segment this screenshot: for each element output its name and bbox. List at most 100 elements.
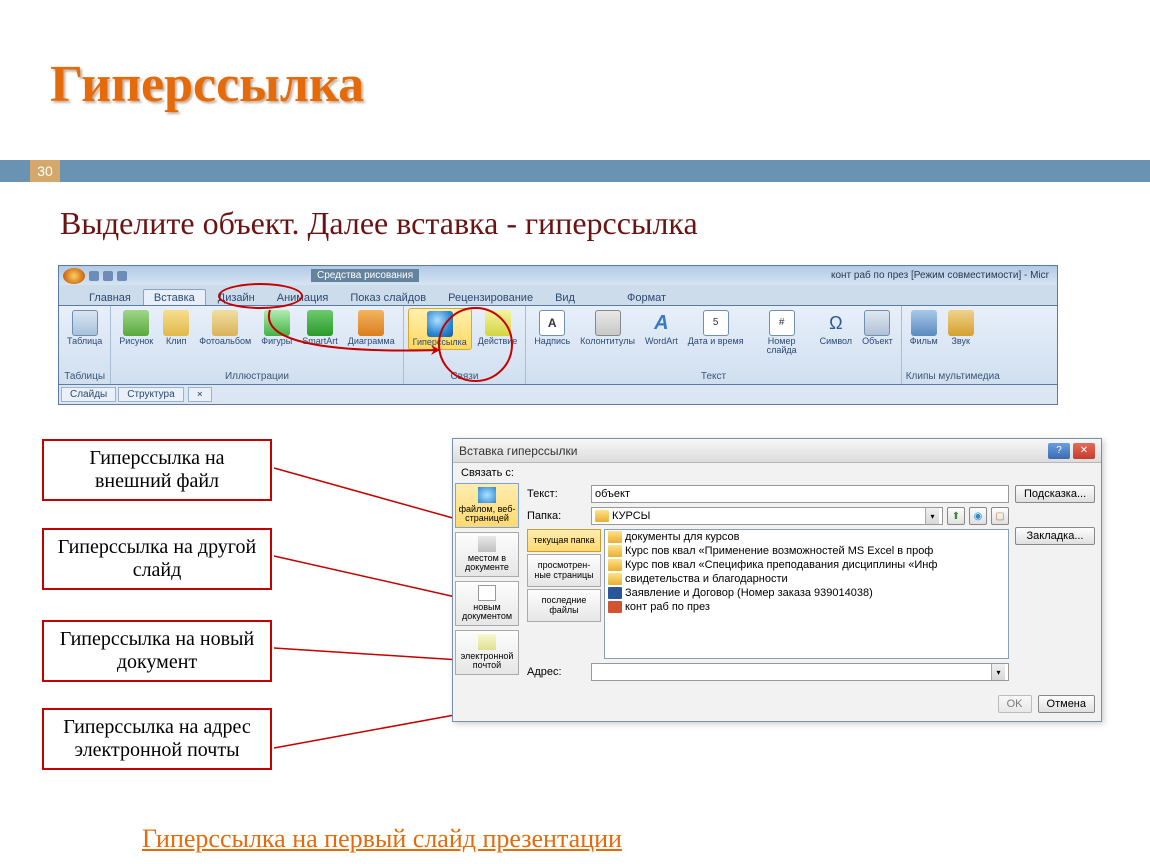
qat-save-icon[interactable]: [89, 271, 99, 281]
picture-button[interactable]: Рисунок: [115, 308, 157, 348]
file-item[interactable]: конт раб по през: [605, 600, 1008, 614]
bookmark-button[interactable]: Закладка...: [1015, 527, 1095, 545]
group-label: Таблицы: [63, 371, 106, 384]
tab-home[interactable]: Главная: [79, 290, 141, 305]
wordart-button[interactable]: AWordArt: [641, 308, 682, 348]
dialog-footer: OK Отмена: [453, 691, 1101, 721]
qat-undo-icon[interactable]: [103, 271, 113, 281]
slide-pane-tabs: Слайды Структура ×: [58, 385, 1058, 405]
tab-insert[interactable]: Вставка: [143, 289, 206, 305]
email-icon: [478, 634, 496, 650]
outline-tab[interactable]: Структура: [118, 387, 183, 402]
chart-icon: [358, 310, 384, 336]
page-bar: [0, 160, 1150, 182]
folder-icon: [608, 545, 622, 557]
textbox-button[interactable]: AНадпись: [530, 308, 574, 348]
file-name: конт раб по през: [625, 601, 710, 613]
hyperlink-icon: [427, 311, 453, 337]
hyperlink-button[interactable]: Гиперссылка: [408, 308, 472, 350]
file-list[interactable]: документы для курсовКурс пов квал «Приме…: [604, 529, 1009, 659]
datetime-icon: 5: [703, 310, 729, 336]
callout-file: Гиперссылка на внешний файл: [42, 439, 272, 501]
group-illustrations: Рисунок Клип Фотоальбом Фигуры SmartArt …: [111, 306, 403, 384]
textbox-icon: A: [539, 310, 565, 336]
slidenum-button[interactable]: #Номер слайда: [750, 308, 814, 357]
wordart-icon: A: [648, 310, 674, 336]
link-type-file-web[interactable]: файлом, веб-страницей: [455, 483, 519, 528]
close-pane-button[interactable]: ×: [188, 387, 212, 402]
ok-button[interactable]: OK: [998, 695, 1032, 713]
album-icon: [212, 310, 238, 336]
bookmark-icon: [478, 536, 496, 552]
file-name: Курс пов квал «Специфика преподавания ди…: [625, 559, 937, 571]
qat-redo-icon[interactable]: [117, 271, 127, 281]
action-button[interactable]: Действие: [474, 308, 522, 348]
tab-animation[interactable]: Анимация: [267, 290, 339, 305]
folder-combo[interactable]: КУРСЫ ▾: [591, 507, 943, 525]
link-type-new-doc[interactable]: новым документом: [455, 581, 519, 626]
word-icon: [608, 587, 622, 599]
current-folder-tab[interactable]: текущая папка: [527, 529, 601, 552]
slide-title: Гиперссылка: [50, 55, 364, 114]
close-button[interactable]: ✕: [1073, 443, 1095, 459]
display-text-input[interactable]: [591, 485, 1009, 503]
smartart-button[interactable]: SmartArt: [298, 308, 342, 348]
link-type-place-in-doc[interactable]: местом в документе: [455, 532, 519, 577]
chevron-down-icon[interactable]: ▾: [991, 664, 1005, 680]
file-item[interactable]: Курс пов квал «Применение возможностей M…: [605, 544, 1008, 558]
chevron-down-icon[interactable]: ▾: [925, 508, 939, 524]
tab-review[interactable]: Рецензирование: [438, 290, 543, 305]
movie-button[interactable]: Фильм: [906, 308, 942, 348]
link-with-label: Связать с:: [453, 463, 1101, 479]
file-item[interactable]: Курс пов квал «Специфика преподавания ди…: [605, 558, 1008, 572]
title-bar: Средства рисования конт раб по през [Реж…: [58, 265, 1058, 285]
action-icon: [485, 310, 511, 336]
picture-icon: [123, 310, 149, 336]
folder-value: КУРСЫ: [612, 510, 650, 522]
sound-icon: [948, 310, 974, 336]
clip-button[interactable]: Клип: [159, 308, 193, 348]
symbol-button[interactable]: ΩСимвол: [816, 308, 856, 348]
tab-format[interactable]: Формат: [617, 290, 676, 305]
table-icon: [72, 310, 98, 336]
file-item[interactable]: свидетельства и благодарности: [605, 572, 1008, 586]
recent-files-tab[interactable]: последние файлы: [527, 589, 601, 622]
group-label: Текст: [530, 371, 896, 384]
header-icon: [595, 310, 621, 336]
shapes-button[interactable]: Фигуры: [257, 308, 296, 348]
group-label: Связи: [408, 371, 522, 384]
file-item[interactable]: Заявление и Договор (Номер заказа 939014…: [605, 586, 1008, 600]
browse-tabs: текущая папка просмотрен-ные страницы по…: [527, 529, 601, 622]
tab-design[interactable]: Дизайн: [208, 290, 265, 305]
office-button[interactable]: [63, 268, 85, 284]
header-footer-button[interactable]: Колонтитулы: [576, 308, 639, 348]
album-button[interactable]: Фотоальбом: [195, 308, 255, 348]
ribbon-body: Таблица Таблицы Рисунок Клип Фотоальбом …: [58, 305, 1058, 385]
tab-slideshow[interactable]: Показ слайдов: [340, 290, 436, 305]
sound-button[interactable]: Звук: [944, 308, 978, 348]
tab-view[interactable]: Вид: [545, 290, 585, 305]
address-combo[interactable]: ▾: [591, 663, 1009, 681]
first-slide-link[interactable]: Гиперссылка на первый слайд презентации: [142, 824, 622, 854]
instruction-text: Выделите объект. Далее вставка - гиперсс…: [60, 205, 698, 242]
table-button[interactable]: Таблица: [63, 308, 106, 348]
up-folder-button[interactable]: ⬆: [947, 507, 965, 525]
clip-icon: [163, 310, 189, 336]
folder-icon: [595, 510, 609, 522]
dialog-title-bar[interactable]: Вставка гиперссылки ? ✕: [453, 439, 1101, 463]
slides-tab[interactable]: Слайды: [61, 387, 116, 402]
chart-button[interactable]: Диаграмма: [344, 308, 399, 348]
cancel-button[interactable]: Отмена: [1038, 695, 1095, 713]
file-item[interactable]: документы для курсов: [605, 530, 1008, 544]
browse-web-button[interactable]: ◉: [969, 507, 987, 525]
callout-slide: Гиперссылка на другой слайд: [42, 528, 272, 590]
link-type-email[interactable]: электронной почтой: [455, 630, 519, 675]
text-label: Текст:: [527, 488, 587, 500]
browse-file-button[interactable]: ▢: [991, 507, 1009, 525]
folder-icon: [608, 531, 622, 543]
screentip-button[interactable]: Подсказка...: [1015, 485, 1095, 503]
help-button[interactable]: ?: [1048, 443, 1070, 459]
viewed-pages-tab[interactable]: просмотрен-ные страницы: [527, 554, 601, 587]
object-button[interactable]: Объект: [858, 308, 897, 348]
datetime-button[interactable]: 5Дата и время: [684, 308, 748, 348]
